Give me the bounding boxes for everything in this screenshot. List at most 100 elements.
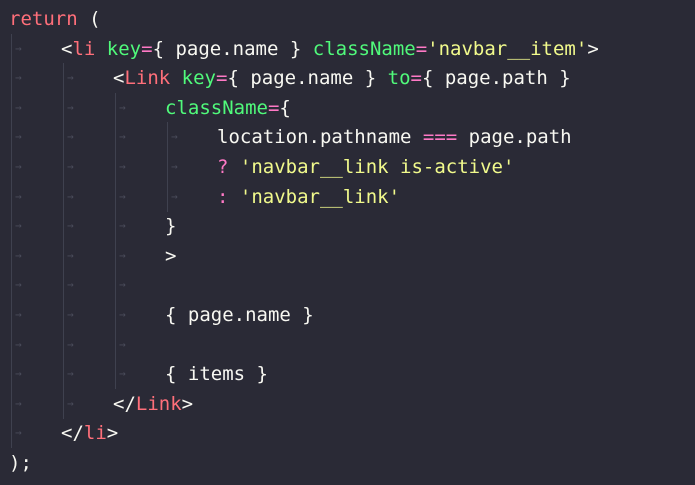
code-token: 'navbar__link is-active' — [239, 156, 515, 178]
code-token: location.pathname — [217, 126, 423, 149]
indent-guide — [11, 329, 12, 360]
tab-whitespace-marker: → — [119, 308, 126, 321]
indent-guide — [63, 152, 64, 182]
tab-whitespace-marker: → — [15, 71, 22, 85]
indent-guide — [11, 300, 12, 330]
tab-whitespace-marker: → — [119, 189, 126, 203]
code-token: { items } — [165, 363, 268, 386]
code-token: { page.name } — [152, 37, 302, 60]
tab-whitespace-marker: → — [15, 189, 22, 203]
code-token: key — [181, 67, 216, 90]
indent-guide — [11, 240, 12, 271]
code-token: : — [217, 185, 240, 208]
code-token: < — [113, 67, 125, 90]
tab-whitespace-marker: → — [67, 308, 74, 321]
indent-guide — [115, 270, 116, 301]
tab-whitespace-marker: → — [119, 337, 126, 351]
code-line[interactable]: ? 'navbar__link is-active' — [217, 152, 514, 182]
code-token: { page.name } — [227, 67, 377, 90]
indent-guide — [63, 240, 64, 271]
code-line[interactable]: className={ — [165, 93, 291, 123]
tab-whitespace-marker: → — [119, 248, 126, 262]
tab-whitespace-marker: → — [15, 278, 22, 292]
tab-whitespace-marker: → — [67, 71, 74, 85]
indent-guide — [167, 122, 168, 153]
tab-whitespace-marker: → — [15, 426, 22, 440]
code-token: ( — [77, 8, 101, 30]
indent-guide — [63, 92, 64, 123]
code-token: ); — [9, 452, 32, 474]
indent-guide — [115, 329, 116, 360]
indent-guide — [167, 181, 168, 212]
tab-whitespace-marker: → — [119, 367, 126, 381]
code-line[interactable]: return ( — [9, 4, 101, 34]
indent-guide — [11, 181, 12, 212]
code-token: 'navbar__link' — [239, 185, 401, 208]
indent-guide — [63, 122, 64, 153]
indent-guide — [115, 359, 116, 390]
tab-whitespace-marker: → — [119, 278, 126, 292]
code-token: className — [312, 37, 416, 60]
tab-whitespace-marker: → — [119, 100, 126, 114]
code-token: > — [587, 37, 599, 60]
indent-guide — [11, 33, 12, 64]
indent-guide — [63, 300, 64, 330]
tab-whitespace-marker: → — [67, 189, 74, 203]
tab-whitespace-marker: → — [171, 189, 178, 203]
code-line[interactable]: } — [165, 211, 176, 241]
code-line[interactable]: > — [165, 241, 176, 271]
tab-whitespace-marker: → — [67, 396, 74, 410]
code-line[interactable]: ); — [9, 448, 32, 478]
tab-whitespace-marker: → — [15, 367, 22, 381]
code-editor[interactable]: return ( → <li key={ page.name } className… — [0, 0, 695, 485]
tab-whitespace-marker: → — [15, 219, 22, 233]
indent-guide — [11, 388, 12, 419]
code-token: Link — [124, 67, 171, 90]
code-line[interactable]: <Link key={ page.name } to={ page.path } — [113, 63, 571, 93]
tab-whitespace-marker: → — [67, 337, 74, 351]
indent-guide — [115, 122, 116, 153]
indent-guide — [11, 270, 12, 301]
code-line[interactable]: { items } — [165, 359, 268, 389]
tab-whitespace-marker: → — [171, 160, 178, 173]
code-token: } — [165, 215, 177, 238]
indent-guide — [115, 152, 116, 182]
tab-whitespace-marker: → — [67, 248, 74, 262]
tab-whitespace-marker: → — [67, 100, 74, 114]
tab-whitespace-marker: → — [15, 160, 22, 173]
indent-guide — [63, 329, 64, 360]
tab-whitespace-marker: → — [15, 41, 22, 55]
code-line[interactable]: </Link> — [113, 389, 193, 419]
tab-whitespace-marker: → — [15, 308, 22, 321]
tab-whitespace-marker: → — [67, 160, 74, 173]
code-line[interactable]: location.pathname === page.path — [217, 122, 572, 152]
code-token: = — [267, 96, 280, 119]
code-line[interactable]: </li> — [61, 418, 118, 448]
indent-guide — [63, 388, 64, 419]
code-token: > — [106, 422, 119, 445]
indent-guide — [11, 359, 12, 390]
indent-guide — [115, 181, 116, 212]
tab-whitespace-marker: → — [67, 219, 74, 233]
indent-guide — [11, 211, 12, 242]
code-line[interactable]: : 'navbar__link' — [217, 182, 400, 212]
code-token: { page.path } — [421, 67, 571, 90]
indent-guide — [63, 270, 64, 301]
indent-guide — [63, 359, 64, 390]
code-line[interactable]: <li key={ page.name } className='navbar_… — [61, 34, 599, 64]
indent-guide — [11, 122, 12, 153]
tab-whitespace-marker: → — [119, 219, 126, 233]
indent-guide — [11, 418, 12, 449]
code-token: = — [216, 67, 228, 90]
indent-guide — [11, 152, 12, 182]
code-line[interactable]: { page.name } — [165, 300, 314, 330]
tab-whitespace-marker: → — [67, 367, 74, 381]
indent-guide — [63, 211, 64, 242]
tab-whitespace-marker: → — [15, 130, 22, 144]
code-token: 'navbar__item' — [427, 37, 588, 60]
code-token: > — [181, 392, 194, 415]
code-token: { page.name } — [165, 304, 314, 326]
